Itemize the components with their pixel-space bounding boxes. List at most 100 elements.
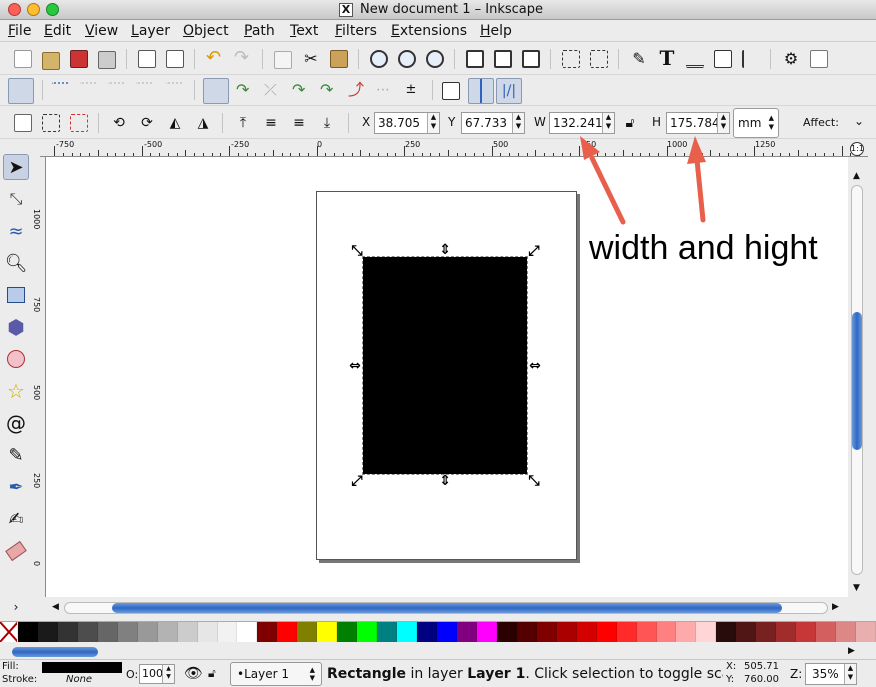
- selector-tool-icon[interactable]: ➤: [3, 154, 29, 180]
- color-swatch[interactable]: [137, 622, 158, 642]
- color-swatch[interactable]: [616, 622, 637, 642]
- layer-lock-icon[interactable]: 🔓︎: [208, 666, 216, 681]
- undo-icon[interactable]: ↶: [206, 49, 224, 68]
- color-swatch[interactable]: [736, 622, 757, 642]
- canvas[interactable]: ⤡ ⇕ ⤢ ⇔ ⇔ ⤢ ⇕ ⤡ width and hight: [46, 157, 848, 597]
- color-swatch[interactable]: [77, 622, 98, 642]
- color-swatch[interactable]: [676, 622, 697, 642]
- import-icon[interactable]: [138, 50, 156, 68]
- raise-to-top-icon[interactable]: ⤒: [234, 114, 252, 132]
- color-swatch[interactable]: [516, 622, 537, 642]
- 3d-box-tool-icon[interactable]: ⬢: [3, 314, 29, 340]
- height-spin-arrows[interactable]: ▲ ▼: [717, 113, 729, 133]
- scale-handle-se[interactable]: ⤡: [527, 474, 541, 488]
- horizontal-scrollbar[interactable]: ◀ ▶: [46, 598, 848, 618]
- group-icon[interactable]: [562, 50, 580, 68]
- menu-object[interactable]: Object: [183, 23, 229, 39]
- clone-icon[interactable]: [494, 50, 512, 68]
- text-font-icon[interactable]: T: [658, 48, 676, 68]
- color-swatch[interactable]: [796, 622, 817, 642]
- export-icon[interactable]: [166, 50, 184, 68]
- menu-help[interactable]: Help: [480, 23, 512, 39]
- no-paint-swatch[interactable]: [0, 622, 18, 642]
- color-swatch[interactable]: [337, 622, 358, 642]
- color-swatch[interactable]: [157, 622, 178, 642]
- menu-text[interactable]: Text: [290, 23, 318, 39]
- xml-editor-icon[interactable]: [714, 50, 732, 68]
- flip-horizontal-icon[interactable]: ◭: [166, 114, 184, 132]
- select-all-layers-icon[interactable]: [42, 114, 60, 132]
- star-tool-icon[interactable]: ☆: [3, 378, 29, 404]
- y-spinbox[interactable]: 67.733 ▲ ▼: [461, 112, 525, 134]
- open-icon[interactable]: [42, 52, 60, 70]
- rectangle-tool-icon[interactable]: [3, 282, 29, 308]
- zoom-corner-icon[interactable]: 1:1: [850, 142, 864, 156]
- snap-object-midpoint-icon[interactable]: ±: [402, 82, 420, 100]
- zoom-window-button[interactable]: [46, 3, 59, 16]
- color-swatch[interactable]: [496, 622, 517, 642]
- close-window-button[interactable]: [8, 3, 21, 16]
- snap-center-icon[interactable]: ⋯: [376, 82, 394, 100]
- rotate-ccw-icon[interactable]: ⟲: [110, 114, 128, 132]
- duplicate-icon[interactable]: [466, 50, 484, 68]
- color-swatch[interactable]: [636, 622, 657, 642]
- y-spin-arrows[interactable]: ▲ ▼: [512, 113, 524, 133]
- document-properties-icon[interactable]: [810, 50, 828, 68]
- zoom-drawing-icon[interactable]: [398, 50, 416, 68]
- ellipse-tool-icon[interactable]: [3, 346, 29, 372]
- snap-grid-icon[interactable]: [468, 78, 494, 104]
- zoom-spinbox[interactable]: 35% ▲ ▼: [805, 663, 857, 685]
- ungroup-icon[interactable]: [590, 50, 608, 68]
- hscroll-thumb[interactable]: [112, 603, 782, 613]
- scale-handle-e[interactable]: ⇔: [528, 359, 542, 373]
- zoom-page-icon[interactable]: [426, 50, 444, 68]
- scale-handle-sw[interactable]: ⤢: [350, 474, 364, 488]
- snap-page-icon[interactable]: [442, 82, 460, 100]
- snap-bbox-center-icon[interactable]: [166, 82, 184, 100]
- color-swatch[interactable]: [237, 622, 258, 642]
- print-icon[interactable]: [98, 51, 116, 69]
- affect-expand-icon[interactable]: ⌄: [854, 114, 864, 128]
- color-swatch[interactable]: [177, 622, 198, 642]
- snap-path-icon[interactable]: ↷: [236, 82, 254, 100]
- lower-to-bottom-icon[interactable]: ⤓: [318, 114, 336, 132]
- scroll-down-icon[interactable]: ▼: [853, 583, 860, 593]
- scale-handle-n[interactable]: ⇕: [438, 243, 452, 257]
- select-all-icon[interactable]: [14, 114, 32, 132]
- color-swatch[interactable]: [816, 622, 837, 642]
- opacity-spin-arrows[interactable]: ▲ ▼: [162, 665, 174, 683]
- visibility-eye-icon[interactable]: 👁︎: [184, 664, 203, 682]
- color-swatch[interactable]: [37, 622, 58, 642]
- color-swatch[interactable]: [437, 622, 457, 642]
- width-spin-arrows[interactable]: ▲ ▼: [602, 113, 614, 133]
- fill-stroke-icon[interactable]: ✎: [630, 50, 648, 68]
- color-swatch[interactable]: [696, 622, 717, 642]
- color-swatch[interactable]: [357, 622, 378, 642]
- calligraphy-tool-icon[interactable]: ✍: [3, 506, 29, 532]
- lower-icon[interactable]: ≡: [290, 114, 308, 132]
- menu-view[interactable]: View: [85, 23, 118, 39]
- color-swatch[interactable]: [576, 622, 597, 642]
- color-swatch[interactable]: [57, 622, 78, 642]
- color-swatch[interactable]: [117, 622, 138, 642]
- height-spinbox[interactable]: 175.784 ▲ ▼: [666, 112, 730, 134]
- pencil-tool-icon[interactable]: ✎: [3, 442, 29, 468]
- color-swatch[interactable]: [536, 622, 557, 642]
- new-document-icon[interactable]: [14, 50, 32, 68]
- lock-ratio-icon[interactable]: 🔓︎: [621, 114, 639, 132]
- rotate-cw-icon[interactable]: ⟳: [138, 114, 156, 132]
- snap-path-intersection-icon[interactable]: ⤫: [264, 82, 282, 100]
- color-swatch[interactable]: [716, 622, 737, 642]
- pen-tool-icon[interactable]: ✒: [3, 474, 29, 500]
- palette-scroll-thumb[interactable]: [12, 647, 98, 657]
- zoom-selection-icon[interactable]: [370, 50, 388, 68]
- color-swatch[interactable]: [836, 622, 857, 642]
- snap-midpoint-icon[interactable]: ⤴: [348, 82, 366, 100]
- layer-select[interactable]: •Layer 1 ▲ ▼: [230, 662, 322, 686]
- menu-file[interactable]: File: [8, 23, 31, 39]
- color-swatch[interactable]: [297, 622, 318, 642]
- color-swatch[interactable]: [277, 622, 298, 642]
- deselect-icon[interactable]: [70, 114, 88, 132]
- unit-select[interactable]: mm ▲ ▼: [733, 108, 779, 138]
- width-spinbox[interactable]: 132.241 ▲ ▼: [549, 112, 615, 134]
